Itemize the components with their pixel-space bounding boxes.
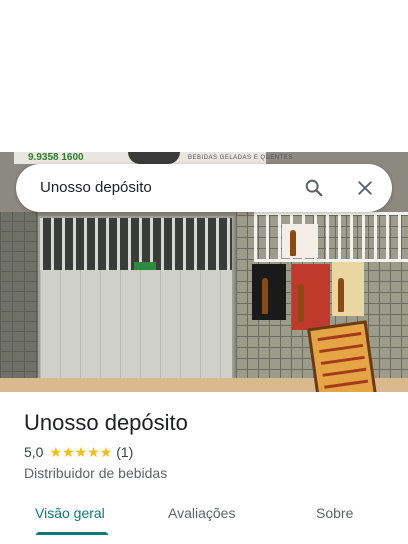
rating-row[interactable]: 5,0 ★★★★★ (1) — [24, 443, 133, 461]
search-input[interactable]: Unosso depósito — [40, 179, 152, 197]
beer-poster — [332, 262, 364, 316]
beer-poster — [252, 264, 286, 320]
open-sign — [134, 262, 156, 270]
place-title: Unosso depósito — [24, 410, 188, 435]
place-tabs: Visão geral Avaliações Sobre — [0, 496, 408, 544]
bottle-graphic — [338, 278, 344, 312]
tab-about[interactable]: Sobre — [316, 504, 353, 522]
close-icon[interactable] — [353, 176, 377, 200]
brick-wall-left — [0, 212, 38, 392]
bottle-graphic — [290, 230, 296, 256]
active-tab-indicator — [36, 532, 108, 535]
window-railing — [254, 212, 408, 262]
bottle-graphic — [262, 278, 268, 314]
sandwich-board — [307, 320, 377, 392]
search-icon[interactable] — [302, 176, 326, 200]
sign-tagline-text: BEBIDAS GELADAS E QUENTES — [188, 155, 293, 161]
place-category[interactable]: Distribuidor de bebidas — [24, 464, 167, 482]
bottle-graphic — [298, 284, 304, 322]
search-bar[interactable]: Unosso depósito — [16, 164, 392, 212]
blank-top-area — [0, 0, 408, 152]
tab-overview[interactable]: Visão geral — [35, 504, 105, 522]
star-rating-icon: ★★★★★ — [49, 443, 113, 460]
review-count[interactable]: (1) — [116, 444, 133, 460]
sign-logo — [128, 152, 180, 164]
metal-gate — [38, 216, 234, 390]
sign-phone-text: 9.9358 1600 — [28, 152, 84, 163]
beer-poster — [282, 224, 318, 258]
rating-value: 5,0 — [24, 444, 44, 460]
tab-reviews[interactable]: Avaliações — [168, 504, 235, 522]
